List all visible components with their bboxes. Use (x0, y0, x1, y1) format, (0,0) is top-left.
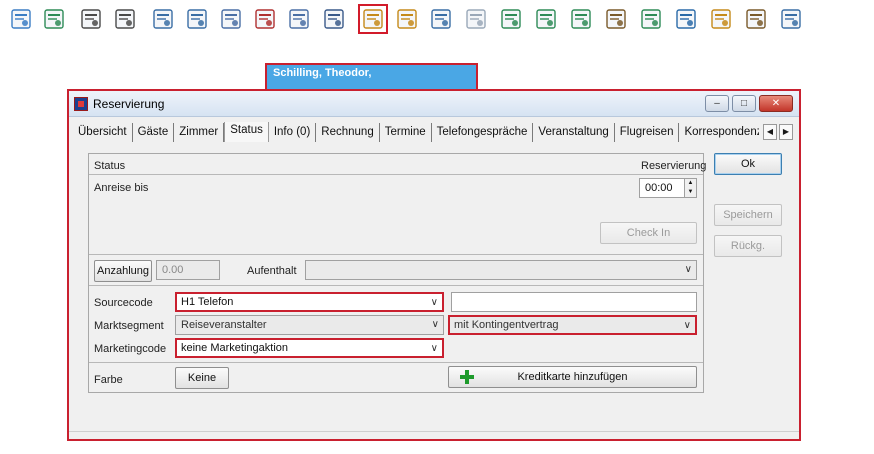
add-credit-card-button[interactable]: Kreditkarte hinzufügen (448, 366, 697, 388)
marktsegment-detail-select[interactable]: mit Kontingentvertrag ∨ (448, 315, 697, 335)
receipt-search-icon[interactable] (745, 8, 767, 30)
chart-icon[interactable] (10, 8, 32, 30)
close-button[interactable]: ✕ (759, 95, 793, 112)
sourcecode-label: Sourcecode (94, 297, 153, 309)
lock-computer-icon[interactable] (396, 8, 418, 30)
list-form-icon[interactable] (152, 8, 174, 30)
printer-icon[interactable] (323, 8, 345, 30)
minimize-button[interactable]: – (705, 95, 729, 112)
app-icon (74, 97, 88, 111)
tab-3[interactable]: Status (224, 122, 269, 142)
tab-2[interactable]: Zimmer (174, 123, 225, 142)
dialog-statusbar (69, 431, 799, 439)
aufenthalt-label: Aufenthalt (247, 265, 297, 277)
marketingcode-value: keine Marketingaktion (181, 342, 289, 354)
edit-document-icon[interactable] (430, 8, 452, 30)
maximize-button[interactable]: □ (732, 95, 756, 112)
phone-icon[interactable] (675, 8, 697, 30)
guest-name-tab[interactable]: Schilling, Theodor, (265, 63, 478, 91)
clock-icon[interactable] (80, 8, 102, 30)
marktsegment-value: Reiseveranstalter (181, 319, 267, 331)
guest-name: Schilling, Theodor, (273, 67, 372, 79)
farbe-button[interactable]: Keine (175, 367, 229, 389)
people-green-icon[interactable] (500, 8, 522, 30)
reservierung-dialog: Reservierung – □ ✕ Übersicht Gäste Zimmer S… (67, 89, 801, 441)
check-in-button[interactable]: Check In (600, 222, 697, 244)
anzahlung-input[interactable]: 0.00 (156, 260, 220, 280)
undo-button[interactable]: Rückg. (714, 235, 782, 257)
anreise-label: Anreise bis (94, 182, 149, 194)
chevron-down-icon: ∨ (430, 297, 438, 308)
panel-divider-1 (89, 254, 703, 255)
save-button[interactable]: Speichern (714, 204, 782, 226)
anzahlung-button[interactable]: Anzahlung (94, 260, 152, 282)
person-arrow-right-icon[interactable] (570, 8, 592, 30)
sea-clock-icon[interactable] (114, 8, 136, 30)
person-alert-icon[interactable] (254, 8, 276, 30)
tab-10[interactable]: Korrespondenz (679, 123, 759, 142)
panel-divider-3 (89, 362, 703, 363)
main-toolbar (10, 4, 870, 36)
anzahlung-value: 0.00 (162, 264, 184, 276)
person-arrow-left-icon[interactable] (535, 8, 557, 30)
group-icon[interactable] (220, 8, 242, 30)
marketingcode-label: Marketingcode (94, 343, 167, 355)
anreise-time-input[interactable]: 00:00 ▲ ▼ (639, 178, 697, 198)
anreise-time-value: 00:00 (645, 182, 673, 194)
invoice-euro-icon[interactable] (710, 8, 732, 30)
chevron-down-icon: ∨ (431, 319, 439, 330)
tab-7[interactable]: Telefongespräche (432, 123, 534, 142)
aufenthalt-select[interactable]: ∨ (305, 260, 697, 280)
marktsegment-select[interactable]: Reiseveranstalter ∨ (175, 315, 444, 335)
reservierung-label: Reservierung (641, 160, 707, 172)
chevron-down-icon: ∨ (683, 320, 691, 331)
tab-0[interactable]: Übersicht (73, 123, 133, 142)
dialog-titlebar[interactable]: Reservierung – □ ✕ (69, 91, 799, 117)
grid-form-icon[interactable] (186, 8, 208, 30)
dialog-tabs: Übersicht Gäste Zimmer Status Info (0) Rechnu… (73, 122, 759, 144)
panel-divider-2 (89, 285, 703, 286)
tab-9[interactable]: Flugreisen (615, 123, 680, 142)
tab-1[interactable]: Gäste (133, 123, 175, 142)
tab-scroll-left-icon[interactable]: ◀ (763, 124, 777, 140)
chevron-down-icon: ∨ (430, 343, 438, 354)
recycle-bin-icon[interactable] (640, 8, 662, 30)
tab-6[interactable]: Termine (380, 123, 432, 142)
add-credit-card-label: Kreditkarte hinzufügen (517, 371, 628, 383)
certificate-icon[interactable] (605, 8, 627, 30)
people-share-icon[interactable] (288, 8, 310, 30)
tab-8[interactable]: Veranstaltung (533, 123, 615, 142)
marktsegment-detail-value: mit Kontingentvertrag (454, 319, 559, 331)
sourcecode-detail-input[interactable] (451, 292, 697, 312)
status-divider (89, 174, 703, 175)
tab-scroll-right-icon[interactable]: ▶ (779, 124, 793, 140)
document-icon[interactable] (465, 8, 487, 30)
marketingcode-select[interactable]: keine Marketingaktion ∨ (175, 338, 444, 358)
status-label: Status (94, 160, 126, 172)
dialog-title: Reservierung (93, 97, 165, 111)
status-panel: Status Reservierung Anreise bis 00:00 ▲ ▼… (88, 153, 707, 393)
ok-button[interactable]: Ok (714, 153, 782, 175)
sourcecode-value: H1 Telefon (181, 296, 234, 308)
plus-icon (459, 369, 475, 385)
farbe-label: Farbe (94, 374, 123, 386)
add-person-icon[interactable] (43, 8, 65, 30)
tab-5[interactable]: Rechnung (316, 123, 380, 142)
marktsegment-label: Marktsegment (94, 320, 164, 332)
chevron-down-icon: ∨ (684, 264, 692, 275)
document-search-icon[interactable] (358, 4, 388, 34)
tab-4[interactable]: Info (0) (269, 123, 317, 142)
time-spinner[interactable]: ▲ ▼ (684, 179, 696, 197)
register-icon[interactable] (780, 8, 802, 30)
sourcecode-select[interactable]: H1 Telefon ∨ (175, 292, 444, 312)
